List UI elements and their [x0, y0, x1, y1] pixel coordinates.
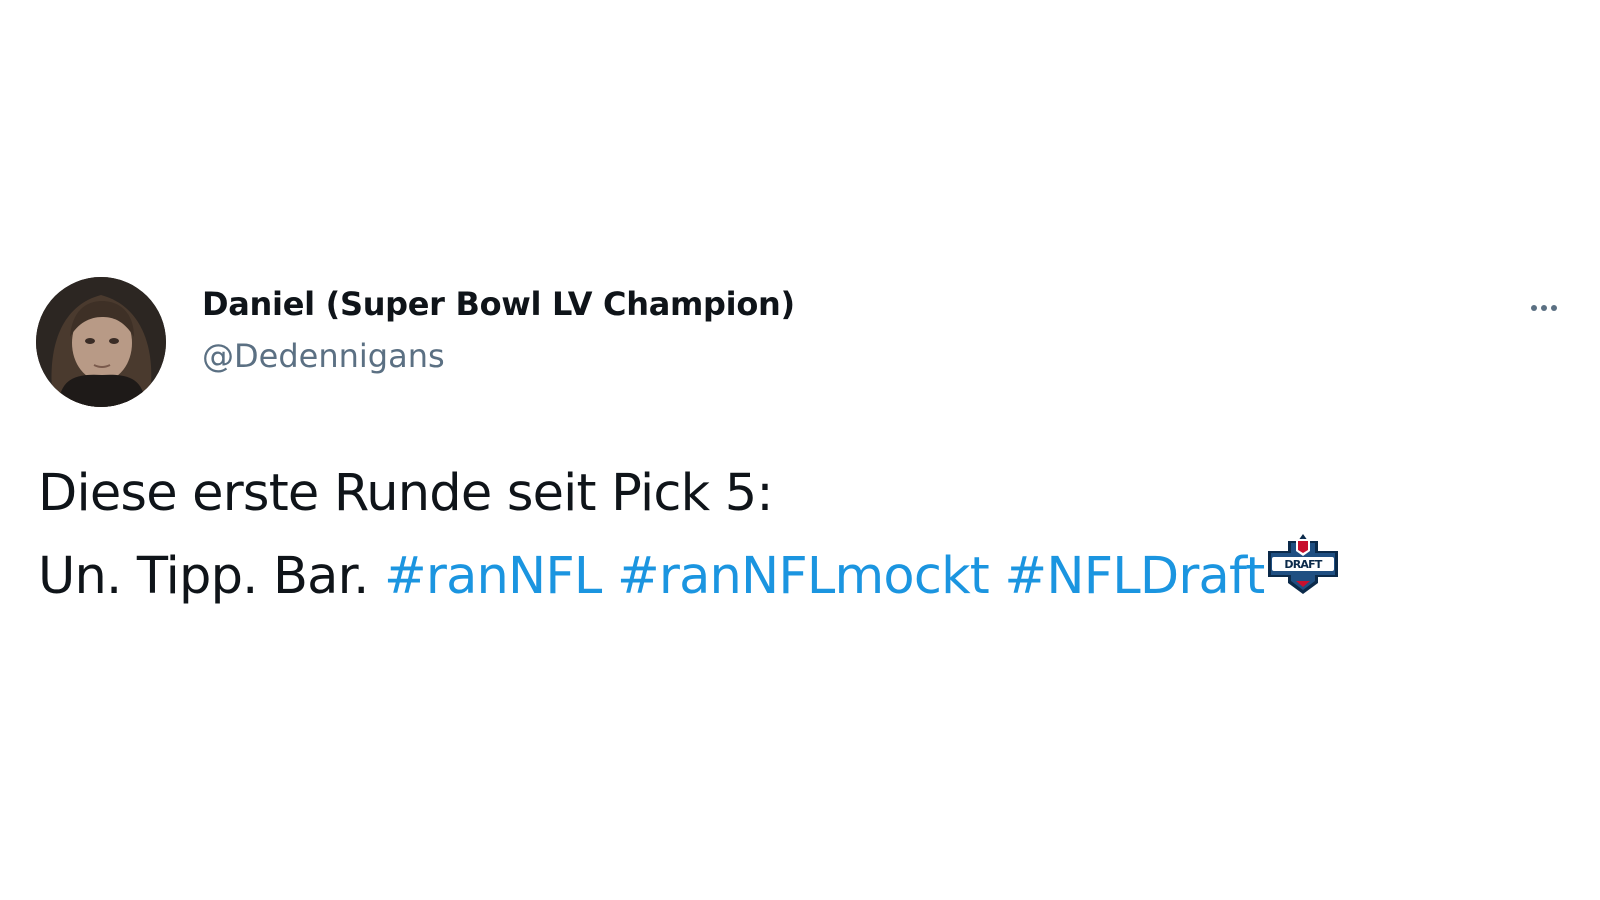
- tweet-text: Diese erste Runde seit Pick 5: Un. Tipp.…: [38, 457, 1538, 618]
- hashtag-rannfl[interactable]: #ranNFL: [384, 547, 602, 606]
- tweet-author: Daniel (Super Bowl LV Champion) @Dedenni…: [202, 284, 795, 374]
- more-dot: [1541, 305, 1547, 311]
- more-options-icon[interactable]: [1522, 296, 1566, 320]
- tweet-text-prefix: Un. Tipp. Bar.: [38, 547, 369, 606]
- hashtag-rannflmockt[interactable]: #ranNFLmockt: [617, 547, 990, 606]
- avatar-image: [36, 277, 166, 407]
- avatar[interactable]: [36, 277, 166, 407]
- draft-emoji-text: DRAFT: [1285, 558, 1323, 571]
- more-dot: [1531, 305, 1537, 311]
- nfl-draft-emoji-icon: DRAFT: [1266, 531, 1340, 618]
- display-name[interactable]: Daniel (Super Bowl LV Champion): [202, 284, 795, 324]
- more-dot: [1551, 305, 1557, 311]
- nfl-draft-logo: DRAFT: [1268, 534, 1339, 594]
- tweet: Daniel (Super Bowl LV Champion) @Dedenni…: [0, 0, 1600, 900]
- hashtag-nfldraft[interactable]: #NFLDraft: [1004, 547, 1265, 606]
- tweet-text-line-1: Diese erste Runde seit Pick 5:: [38, 464, 774, 523]
- user-handle[interactable]: @Dedennigans: [202, 338, 795, 374]
- tweet-text-line-2: Un. Tipp. Bar. #ranNFL #ranNFLmockt #NFL…: [38, 531, 1538, 618]
